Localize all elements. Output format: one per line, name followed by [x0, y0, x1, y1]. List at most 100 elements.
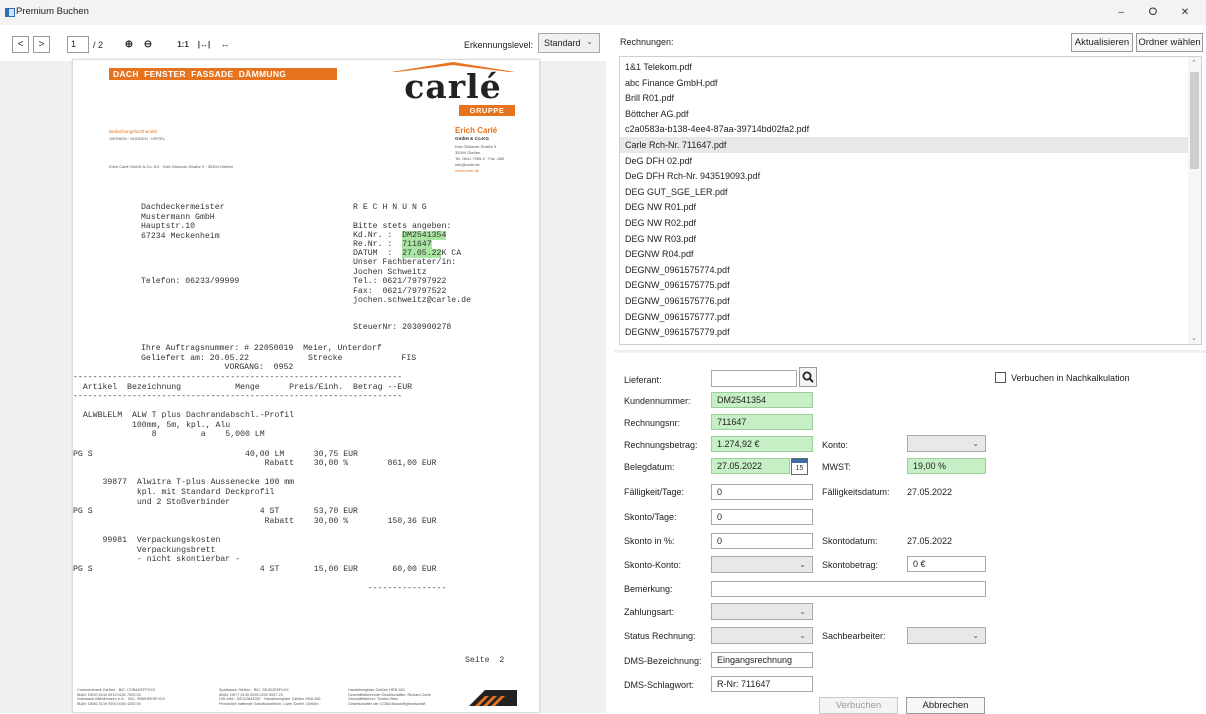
account-label: Konto:	[822, 440, 849, 450]
discount-amount-field[interactable]: 0 €	[907, 556, 986, 572]
invoice-amount-field[interactable]: 1.274,92 €	[711, 436, 813, 452]
file-list-item[interactable]: Böttcher AG.pdf	[625, 106, 1188, 122]
file-list-item[interactable]: 1&1 Telekom.pdf	[625, 59, 1188, 75]
file-list-item[interactable]: DEG NW R01.pdf	[625, 199, 1188, 215]
file-list-item[interactable]: Carle Rch-Nr. 711647.pdf	[620, 137, 1188, 153]
refresh-button[interactable]: Aktualisieren	[1071, 33, 1133, 52]
file-list-item[interactable]: DEG GUT_SGE_LER.pdf	[625, 184, 1188, 200]
footer-management: Handelsregister Gießen HRB 283 Geschäfts…	[348, 688, 431, 706]
file-list-item[interactable]: DEGNW_0961575775.pdf	[625, 277, 1188, 293]
title-bar: Premium Buchen – ⵔ ✕	[0, 0, 1206, 25]
invoice-contact: Unser Fachberater/in: Jochen Schweitz Te…	[353, 258, 471, 306]
logo-carle: carlé	[404, 67, 502, 106]
company-phone: Tel. 0641 7955-0 · Fax -560	[455, 156, 505, 161]
coba-logo	[467, 688, 519, 708]
company-mail: info@carle.de	[455, 162, 480, 167]
calendar-icon[interactable]: 15	[791, 458, 808, 475]
file-list-item[interactable]: Brill R01.pdf	[625, 90, 1188, 106]
choose-folder-button[interactable]: Ordner wählen	[1136, 33, 1203, 52]
doc-sender-line: Erich Carlé GmbH & Co. KG · Karl-Glöckne…	[109, 164, 234, 169]
dms-title-label: DMS-Bezeichnung:	[624, 656, 702, 666]
supplier-input[interactable]	[711, 370, 797, 387]
app-icon	[5, 8, 15, 17]
actual-size-icon[interactable]: 1:1	[175, 36, 191, 53]
fit-width-icon[interactable]: ↔	[217, 36, 233, 53]
remark-field[interactable]	[711, 581, 986, 597]
calendar-day: 15	[795, 465, 804, 472]
panel-splitter[interactable]	[614, 350, 1206, 353]
invoice-no-label: Re.Nr. :	[353, 240, 403, 249]
vat-field[interactable]: 19,00 %	[907, 458, 986, 474]
fit-page-icon[interactable]: |↔|	[196, 36, 212, 53]
file-list-item[interactable]: DEGNW R04.pdf	[625, 246, 1188, 262]
due-date-value: 27.05.2022	[907, 487, 953, 497]
file-list-item[interactable]: DEGNW_0961575777.pdf	[625, 309, 1188, 325]
recipient-phone: Telefon: 06233/99999	[141, 277, 240, 286]
minimize-button[interactable]: –	[1106, 4, 1136, 22]
page-total: / 2	[93, 40, 104, 50]
cancel-button[interactable]: Abbrechen	[906, 697, 985, 714]
customer-no-label: Kd.Nr. :	[353, 231, 403, 240]
file-list-item[interactable]: DEG NW R03.pdf	[625, 231, 1188, 247]
nachkalkulation-checkbox[interactable]	[995, 372, 1006, 383]
company-form: GmbH & Co.KG	[455, 136, 489, 141]
search-icon	[802, 371, 814, 383]
invoice-number-field[interactable]: 711647	[711, 414, 813, 430]
next-page-button[interactable]: >	[33, 36, 50, 53]
customer-number-field[interactable]: DM2541354	[711, 392, 813, 408]
payment-type-select[interactable]: ⌄	[711, 603, 813, 620]
zoom-out-icon[interactable]: ⊖	[141, 36, 155, 53]
clerk-select[interactable]: ⌄	[907, 627, 986, 644]
discount-days-field[interactable]: 0	[711, 509, 813, 525]
file-list-item[interactable]: c2a0583a-b138-4ee4-87aa-39714bd02fa2.pdf	[625, 121, 1188, 137]
invoice-no-value: 711647	[402, 240, 432, 249]
discount-percent-field[interactable]: 0	[711, 533, 813, 549]
discount-amount-label: Skontobetrag:	[822, 560, 879, 570]
document-date-field[interactable]: 27.05.2022	[711, 458, 790, 474]
maximize-button[interactable]: ⵔ	[1138, 4, 1168, 22]
order-info: Ihre Auftragsnummer: # 22050019 Meier, U…	[141, 344, 417, 373]
scroll-up-icon[interactable]: ⌃	[1191, 59, 1197, 67]
chevron-down-icon: ⌄	[972, 439, 979, 448]
dms-title-field[interactable]: Eingangsrechnung	[711, 652, 813, 668]
invoice-status-select[interactable]: ⌄	[711, 627, 813, 644]
invoice-status-label: Status Rechnung:	[624, 631, 696, 641]
company-web: www.carle.de	[455, 168, 479, 173]
chevron-down-icon: ⌄	[799, 631, 806, 640]
file-list-item[interactable]: DEGNW_0961575779.pdf	[625, 324, 1188, 340]
recognition-level-label: Erkennungslevel:	[464, 40, 534, 50]
doc-subtitle: Bedachungsfachhandel	[109, 129, 158, 134]
prev-page-button[interactable]: <	[12, 36, 29, 53]
doc-banner: DACH FENSTER FASSADE DÄMMUNG	[109, 68, 337, 80]
recognition-level-select[interactable]: Standard ⌄	[538, 33, 600, 53]
discount-days-label: Skonto/Tage:	[624, 512, 677, 522]
remark-label: Bemerkung:	[624, 584, 673, 594]
file-list-item[interactable]: DeG DFH 02.pdf	[625, 153, 1188, 169]
file-list-item[interactable]: DEGNW_0961575774.pdf	[625, 262, 1188, 278]
account-select[interactable]: ⌄	[907, 435, 986, 452]
supplier-label: Lieferant:	[624, 375, 662, 385]
file-list-item[interactable]: DEGNW_0961575776.pdf	[625, 293, 1188, 309]
dms-keyword-field[interactable]: R-Nr: 711647	[711, 676, 813, 692]
due-days-field[interactable]: 0	[711, 484, 813, 500]
file-list-item[interactable]: DEG NW R02.pdf	[625, 215, 1188, 231]
zoom-in-icon[interactable]: ⊕	[122, 36, 136, 53]
vat-label: MWST:	[822, 462, 851, 472]
chevron-down-icon: ⌄	[799, 560, 806, 569]
customer-number-label: Kundennummer:	[624, 396, 691, 406]
supplier-search-button[interactable]	[799, 367, 817, 387]
list-scroll-thumb[interactable]	[1190, 72, 1199, 169]
discount-date-value: 27.05.2022	[907, 536, 953, 546]
due-days-label: Fälligkeit/Tage:	[624, 487, 685, 497]
discount-date-label: Skontodatum:	[822, 536, 878, 546]
post-button[interactable]: Verbuchen	[819, 697, 898, 714]
page-number-input[interactable]: 1	[67, 36, 89, 53]
file-list-item[interactable]: abc Finance GmbH.pdf	[625, 75, 1188, 91]
discount-percent-label: Skonto in %:	[624, 536, 675, 546]
scroll-down-icon[interactable]: ⌄	[1191, 334, 1197, 342]
footer-banks: Commerzbank Gießen · BIC: COBADEFFXXX IB…	[77, 688, 165, 706]
invoice-date-value: 27.05.22	[402, 249, 442, 258]
close-button[interactable]: ✕	[1170, 4, 1200, 22]
file-list-item[interactable]: DeG DFH Rch-Nr. 943519093.pdf	[625, 168, 1188, 184]
discount-account-select[interactable]: ⌄	[711, 556, 813, 573]
